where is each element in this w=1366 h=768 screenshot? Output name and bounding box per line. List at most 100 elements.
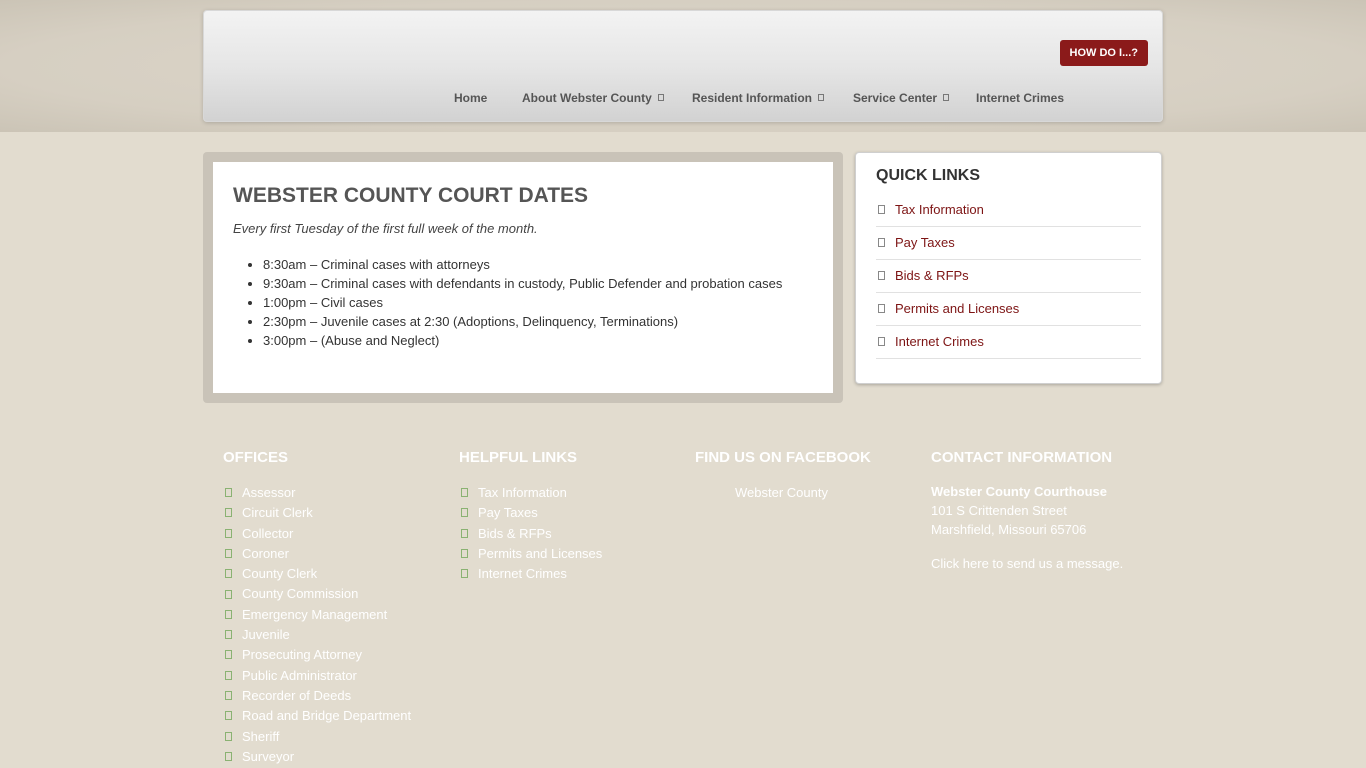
office-link[interactable]: Recorder of Deeds <box>223 686 443 706</box>
quick-link-permits-licenses[interactable]: Permits and Licenses <box>876 293 1141 326</box>
nav-about-label: About Webster County <box>522 91 652 105</box>
office-link[interactable]: Sheriff <box>223 727 443 747</box>
how-do-i-button[interactable]: HOW DO I...? <box>1059 40 1148 66</box>
office-link-label: Circuit Clerk <box>242 505 313 521</box>
office-link[interactable]: Circuit Clerk <box>223 503 443 523</box>
link-bullet-icon <box>225 751 232 761</box>
helpful-link-label: Permits and Licenses <box>478 545 603 561</box>
schedule-item: 1:00pm – Civil cases <box>263 293 813 312</box>
main-content-frame: WEBSTER COUNTY COURT DATES Every first T… <box>203 152 843 403</box>
link-bullet-icon <box>461 548 468 558</box>
helpful-link-label: Tax Information <box>478 485 567 500</box>
link-bullet-icon <box>225 691 232 701</box>
offices-title: OFFICES <box>223 449 289 466</box>
quick-link-label: Pay Taxes <box>895 235 955 250</box>
nav-service-label: Service Center <box>853 91 938 105</box>
contact-city: Marshfield, Missouri 65706 <box>931 522 1087 537</box>
main-nav: Home About Webster County Resident Infor… <box>204 91 1162 111</box>
office-link-label: County Clerk <box>242 566 318 582</box>
office-link[interactable]: Surveyor <box>223 747 443 767</box>
helpful-link[interactable]: Bids & RFPs <box>459 524 679 544</box>
helpful-link[interactable]: Internet Crimes <box>459 564 679 584</box>
footer-offices: OFFICES Assessor Circuit Clerk Collector… <box>223 449 443 767</box>
helpful-link[interactable]: Pay Taxes <box>459 503 679 523</box>
dropdown-caret-icon <box>943 94 950 102</box>
dropdown-caret-icon <box>818 94 825 102</box>
quick-link-label: Bids & RFPs <box>895 268 969 283</box>
office-link-label: Emergency Management <box>242 606 388 622</box>
link-bullet-icon <box>461 569 468 579</box>
link-bullet-icon <box>461 508 468 518</box>
office-link-label: Recorder of Deeds <box>242 687 352 703</box>
nav-resident-label: Resident Information <box>692 91 813 105</box>
contact-street: 101 S Crittenden Street <box>931 503 1067 518</box>
link-bullet-icon <box>225 508 232 518</box>
office-link[interactable]: Public Administrator <box>223 666 443 686</box>
nav-internet-label: Internet Crimes <box>976 91 1065 105</box>
quick-link-label: Internet Crimes <box>895 334 984 349</box>
footer-facebook: FIND US ON FACEBOOK Webster County <box>695 449 915 500</box>
office-link-label: Sheriff <box>242 728 280 744</box>
nav-about[interactable]: About Webster County <box>522 91 664 105</box>
quick-link-bids-rfps[interactable]: Bids & RFPs <box>876 260 1141 293</box>
office-link-label: Assessor <box>242 485 296 500</box>
office-link[interactable]: Collector <box>223 524 443 544</box>
quick-link-tax-information[interactable]: Tax Information <box>876 194 1141 227</box>
site-header: HOW DO I...? Home About Webster County R… <box>203 10 1163 122</box>
office-link-label: Road and Bridge Department <box>242 708 412 724</box>
office-link-label: County Commission <box>242 586 359 602</box>
nav-resident[interactable]: Resident Information <box>692 91 825 105</box>
quick-links-panel: QUICK LINKS Tax Information Pay Taxes Bi… <box>855 152 1162 384</box>
link-bullet-icon <box>878 238 885 248</box>
quick-link-label: Tax Information <box>895 202 984 217</box>
office-link[interactable]: County Clerk <box>223 564 443 584</box>
dropdown-caret-icon <box>657 94 664 102</box>
link-bullet-icon <box>225 589 232 599</box>
helpful-link[interactable]: Tax Information <box>459 483 679 503</box>
office-link-label: Prosecuting Attorney <box>242 647 362 663</box>
contact-name: Webster County Courthouse <box>931 484 1107 499</box>
nav-service-center[interactable]: Service Center <box>853 91 950 105</box>
quick-link-internet-crimes[interactable]: Internet Crimes <box>876 326 1141 359</box>
office-link[interactable]: County Commission <box>223 584 443 604</box>
link-bullet-icon <box>878 304 885 314</box>
link-bullet-icon <box>878 205 885 215</box>
facebook-link[interactable]: Webster County <box>695 485 915 500</box>
office-link-label: Surveyor <box>242 748 295 764</box>
quick-links-title: QUICK LINKS <box>876 167 980 184</box>
office-link-label: Collector <box>242 525 294 541</box>
footer-contact: CONTACT INFORMATION Webster County Court… <box>931 449 1151 573</box>
link-bullet-icon <box>461 488 468 498</box>
contact-message-link[interactable]: Click here to send us a message. <box>931 554 1151 573</box>
link-bullet-icon <box>225 630 232 640</box>
link-bullet-icon <box>878 337 885 347</box>
schedule-item: 9:30am – Criminal cases with defendants … <box>263 274 813 293</box>
schedule-item: 8:30am – Criminal cases with attorneys <box>263 255 813 274</box>
quick-links-list: Tax Information Pay Taxes Bids & RFPs Pe… <box>876 194 1141 359</box>
page-title: WEBSTER COUNTY COURT DATES <box>233 184 589 207</box>
schedule-item: 3:00pm – (Abuse and Neglect) <box>263 331 813 350</box>
link-bullet-icon <box>225 528 232 538</box>
nav-home[interactable]: Home <box>454 91 487 105</box>
link-bullet-icon <box>225 711 232 721</box>
office-link[interactable]: Assessor <box>223 483 443 503</box>
helpful-link[interactable]: Permits and Licenses <box>459 544 679 564</box>
office-link[interactable]: Emergency Management <box>223 605 443 625</box>
office-link[interactable]: Coroner <box>223 544 443 564</box>
office-link[interactable]: Prosecuting Attorney <box>223 645 443 665</box>
contact-title: CONTACT INFORMATION <box>931 449 1113 466</box>
facebook-title: FIND US ON FACEBOOK <box>695 449 871 466</box>
office-link[interactable]: Road and Bridge Department <box>223 706 443 726</box>
helpful-links-list: Tax Information Pay Taxes Bids & RFPs Pe… <box>459 483 679 584</box>
quick-link-pay-taxes[interactable]: Pay Taxes <box>876 227 1141 260</box>
link-bullet-icon <box>225 548 232 558</box>
office-link-label: Public Administrator <box>242 667 357 683</box>
intro-text: Every first Tuesday of the first full we… <box>233 221 538 236</box>
nav-internet-crimes[interactable]: Internet Crimes <box>976 91 1064 105</box>
link-bullet-icon <box>225 731 232 741</box>
link-bullet-icon <box>878 271 885 281</box>
helpful-link-label: Internet Crimes <box>478 566 567 582</box>
office-link[interactable]: Juvenile <box>223 625 443 645</box>
schedule-item: 2:30pm – Juvenile cases at 2:30 (Adoptio… <box>263 312 813 331</box>
helpful-link-label: Bids & RFPs <box>478 525 552 541</box>
